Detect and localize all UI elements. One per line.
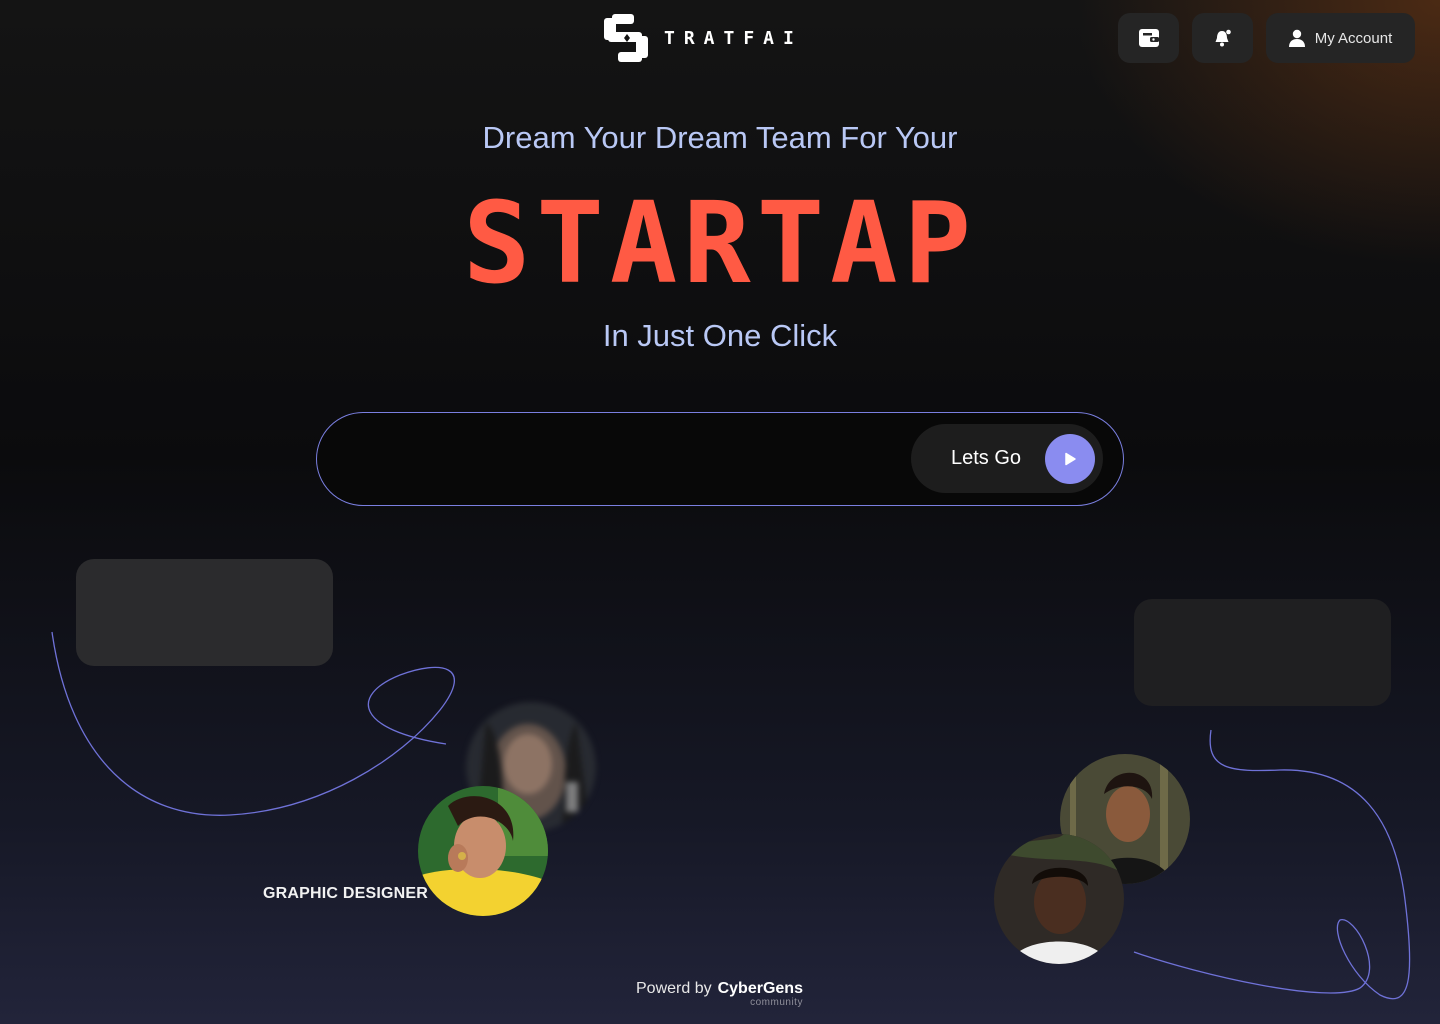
info-card-right [1134,599,1391,706]
play-icon [1065,452,1076,466]
hero-subtagline: In Just One Click [602,318,838,353]
hero-tagline: Dream Your Dream Team For Your [482,120,958,155]
logo-mark-icon [604,14,648,62]
footer-brand-sub: community [750,997,803,1008]
footer-prefix: Powerd by [636,980,712,997]
wallet-button[interactable] [1118,13,1179,63]
play-button-circle [1045,434,1095,484]
info-card-left [76,559,333,666]
role-label-graphic-designer: GRAPHIC DESIGNER [263,885,428,902]
wallet-icon [1138,29,1159,47]
lets-go-label: Lets Go [951,447,1022,469]
footer-brand: CyberGens [717,980,803,997]
notifications-button[interactable] [1192,13,1253,63]
my-account-label: My Account [1314,29,1393,47]
hero-headline: STARTAP [462,179,977,309]
user-icon [1288,29,1305,47]
footer-credit: Powerd by CyberGens community [636,980,803,1008]
logo-text: TRATFAI [664,27,803,49]
my-account-button[interactable]: My Account [1266,13,1415,63]
avatar-graphic-designer[interactable] [418,786,548,916]
logo[interactable]: TRATFAI [604,14,803,62]
prompt-bar: Lets Go [316,412,1124,506]
prompt-input[interactable] [353,437,893,481]
bell-icon [1215,29,1231,47]
footer-brand-link[interactable]: CyberGens community [717,980,803,1008]
avatar-team-member-2[interactable] [994,834,1124,964]
lets-go-button[interactable]: Lets Go [911,424,1103,493]
